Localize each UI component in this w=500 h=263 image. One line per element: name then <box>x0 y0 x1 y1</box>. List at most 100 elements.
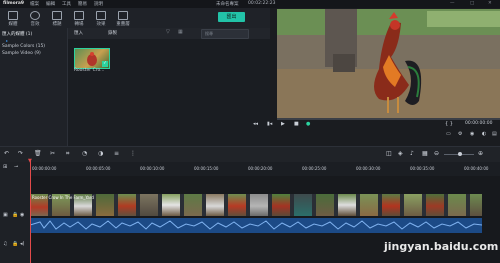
cut-icon[interactable]: ✂ <box>50 150 55 157</box>
export-button[interactable]: 匯出 <box>218 12 245 22</box>
clip-frame <box>316 194 334 216</box>
settings-icon[interactable]: ⚙ <box>458 131 462 137</box>
import-dropdown[interactable]: 匯入 <box>74 30 83 36</box>
speed-icon[interactable]: ◔ <box>82 150 87 157</box>
tab-overlays[interactable]: 重疊層 <box>112 9 134 27</box>
ruler-tick: 00:00:20:00 <box>248 166 273 171</box>
tab-transitions[interactable]: 轉場 <box>68 9 90 27</box>
transition-icon <box>74 11 84 20</box>
crop-icon[interactable]: ⌗ <box>66 150 69 158</box>
mark-in-out-icon[interactable]: { } <box>445 121 453 127</box>
stop-icon[interactable]: ■ <box>294 121 299 127</box>
menu-file[interactable]: 檔案 <box>30 1 39 7</box>
media-item-name: Rooster Cro... <box>74 68 105 73</box>
search-placeholder: 搜尋 <box>205 31 213 36</box>
link-icon[interactable]: ⊸ <box>14 164 18 170</box>
audio-clip[interactable] <box>29 218 483 233</box>
media-bin <box>68 28 270 146</box>
filter-icon[interactable]: ▽ <box>166 29 170 35</box>
ruler-tick: 00:00:30:00 <box>356 166 381 171</box>
adjust-icon[interactable]: ≡ <box>114 150 119 157</box>
mic-icon[interactable]: ♪ <box>410 150 414 157</box>
overlay-icon <box>118 11 128 20</box>
preview-video[interactable] <box>277 9 500 118</box>
play-icon[interactable]: ▶ <box>281 121 285 127</box>
app-brand: filmora9 <box>3 1 25 6</box>
tab-audio[interactable]: 音效 <box>24 9 46 27</box>
project-name: 未命名專案 <box>216 2 239 7</box>
clip-frame <box>140 194 158 216</box>
snapshot-icon[interactable]: ◉ <box>470 131 474 137</box>
speaker-icon[interactable]: ◂) <box>20 241 24 247</box>
color-icon[interactable]: ◑ <box>98 150 103 157</box>
ruler-tick: 00:00:10:00 <box>140 166 165 171</box>
text-icon <box>52 11 62 20</box>
menu-tools[interactable]: 工具 <box>62 1 71 7</box>
eye-icon[interactable]: ◉ <box>20 212 24 218</box>
undo-icon[interactable]: ↶ <box>4 150 9 157</box>
tree-item-sample-colors[interactable]: Sample Colors (15) <box>2 44 45 49</box>
clip-frame <box>404 194 422 216</box>
timeline-ruler[interactable]: 00:00:00:00 00:00:05:00 00:00:10:00 00:0… <box>30 162 500 176</box>
delete-icon[interactable]: 🗑 <box>34 150 42 157</box>
marker-icon[interactable]: ◈ <box>398 150 403 157</box>
search-input[interactable]: 搜尋 <box>201 29 249 39</box>
lock-icon[interactable]: 🔒 <box>12 212 18 218</box>
ruler-tick: 00:00:25:00 <box>302 166 327 171</box>
clip-frame <box>294 194 312 216</box>
menu-help[interactable]: 說明 <box>94 1 103 7</box>
maximize-icon[interactable]: □ <box>470 1 474 6</box>
tab-titles[interactable]: 標題 <box>46 9 68 27</box>
clip-frame <box>118 194 136 216</box>
clip-frame <box>360 194 378 216</box>
tab-media[interactable]: 媒體 <box>2 9 24 27</box>
playhead-marker-icon[interactable]: ● <box>306 121 310 127</box>
render-icon[interactable]: ◫ <box>386 150 392 157</box>
preview-scrubber[interactable] <box>277 118 500 120</box>
audio-lock-icon[interactable]: 🔒 <box>12 241 18 247</box>
zoom-out-icon[interactable]: ⊖ <box>434 150 439 157</box>
preview-timecode: 00:00:00:00 <box>465 121 493 126</box>
zoom-in-icon[interactable]: ⊕ <box>478 150 483 157</box>
redo-icon[interactable]: ↷ <box>18 150 23 157</box>
clip-frame <box>338 194 356 216</box>
close-icon[interactable]: ✕ <box>488 1 492 6</box>
grid-view-icon[interactable]: ▦ <box>178 29 183 35</box>
clip-frame <box>184 194 202 216</box>
ruler-tick: 00:00:00:00 <box>32 166 57 171</box>
ruler-tick: 00:00:05:00 <box>86 166 111 171</box>
ruler-tick: 00:00:40:00 <box>464 166 489 171</box>
fullscreen-icon[interactable]: ▭ <box>446 131 451 137</box>
playhead[interactable] <box>30 160 31 263</box>
project-duration: 00:02:22:23 <box>248 1 276 6</box>
watermark-text: jingyan.baidu.com <box>384 240 499 253</box>
volume-icon[interactable]: ◐ <box>482 131 486 137</box>
audio-waveform <box>29 220 483 230</box>
voiceover-icon[interactable]: ▦ <box>422 150 428 157</box>
menu-simple[interactable]: 簡易 <box>78 1 87 7</box>
audio-mixer-icon[interactable]: ⋮ <box>130 150 136 157</box>
add-track-icon[interactable]: ⊞ <box>3 164 7 170</box>
track-headers: ⊞ ⊸ ▣ 🔒 ◉ ♫ 🔒 ◂) <box>0 162 30 263</box>
minimize-icon[interactable]: — <box>450 1 455 6</box>
video-clip-title: Rooster Crow In The Farm_Yard <box>32 195 94 200</box>
tree-item-project-media[interactable]: 匯入的媒體 (1) <box>2 31 32 37</box>
record-dropdown[interactable]: 錄製 <box>108 30 117 36</box>
resolution-icon[interactable]: ▤ <box>492 131 497 137</box>
playhead-handle-icon[interactable]: ▼ <box>28 158 32 164</box>
audio-track-icon: ♫ <box>3 241 8 247</box>
media-bin-toolbar: 匯入 錄製 ▽ ▦ 搜尋 <box>68 28 270 39</box>
tab-effects[interactable]: 效果 <box>90 9 112 27</box>
tree-item-imported[interactable]: ▸ <box>6 38 8 43</box>
skip-back-icon[interactable]: ◂◂ <box>253 121 258 127</box>
step-back-icon[interactable]: ▮◂ <box>267 121 272 127</box>
clip-frame <box>228 194 246 216</box>
clip-frame <box>448 194 466 216</box>
timeline-toolbar: ↶ ↷ 🗑 ✂ ⌗ ◔ ◑ ≡ ⋮ ◫ ◈ ♪ ▦ ⊖ ⊕ <box>0 146 500 162</box>
video-clip[interactable]: Rooster Crow In The Farm_Yard <box>30 194 482 216</box>
clip-frame <box>96 194 114 216</box>
menu-edit[interactable]: 編輯 <box>46 1 55 7</box>
zoom-slider-handle[interactable] <box>458 152 462 156</box>
media-thumbnail[interactable]: ✓ <box>74 48 110 69</box>
tree-item-sample-video[interactable]: Sample Video (9) <box>2 51 41 56</box>
